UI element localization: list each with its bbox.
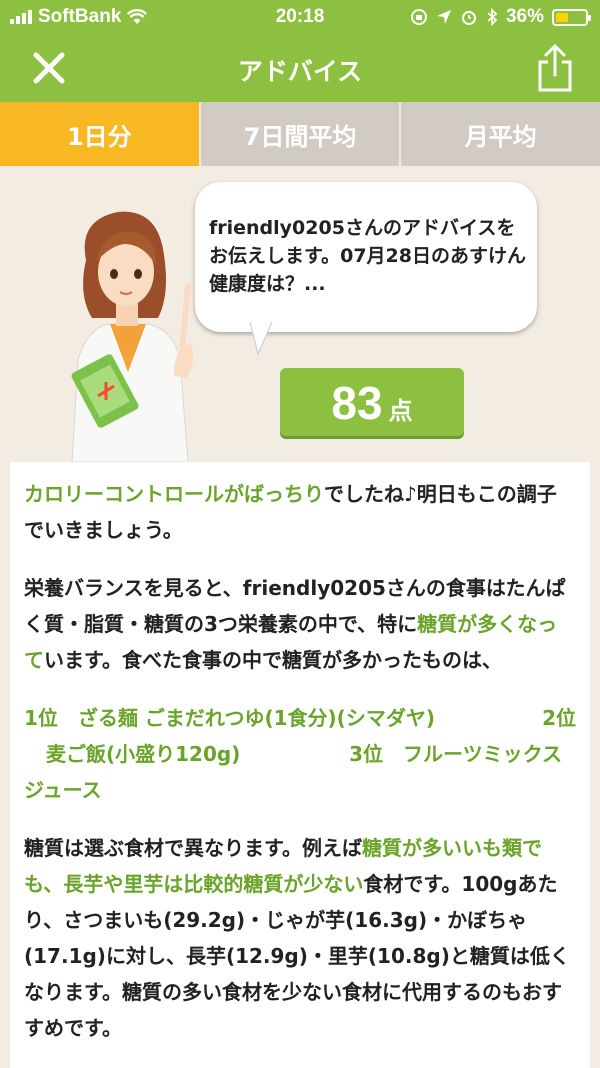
period-tabs: 1日分 7日間平均 月平均 xyxy=(0,102,600,166)
advice-text: 糖質は選ぶ食材で異なります。例えば xyxy=(24,836,362,860)
tab-7day-average[interactable]: 7日間平均 xyxy=(200,102,402,166)
advice-paragraph-1: カロリーコントロールがばっちりでしたね♪明日もこの調子でいきましょう。 xyxy=(24,476,576,548)
speech-bubble-tail xyxy=(249,320,273,356)
page-title: アドバイス xyxy=(237,57,363,86)
battery-percent: 36% xyxy=(505,6,544,27)
speech-bubble: friendly0205さんのアドバイスをお伝えします。07月28日のあすけん健… xyxy=(195,182,537,332)
carb-ranking: 1位 ざる麺 ごまだれつゆ(1食分)(シマダヤ) 2位 麦ご飯(小盛り120g)… xyxy=(24,700,576,808)
status-right: 36% xyxy=(410,6,591,28)
ranking-row: 麦ご飯(小盛り120g) 3位 フルーツミックス xyxy=(24,736,576,772)
alarm-icon xyxy=(461,11,476,25)
advice-paragraph-2: 栄養バランスを見ると、friendly0205さんの食事はたんぱく質・脂質・糖質… xyxy=(24,570,576,678)
tab-monthly-average[interactable]: 月平均 xyxy=(401,102,600,166)
health-score-value: 83 xyxy=(331,377,383,429)
nav-bar: アドバイス xyxy=(0,34,600,102)
advice-text: います。食べた食事の中で糖質が多かったものは、 xyxy=(44,648,502,672)
tab-1day[interactable]: 1日分 xyxy=(0,102,201,166)
health-score-unit: 点 xyxy=(388,397,413,425)
advisor-message: friendly0205さんのアドバイスをお伝えします。07月28日のあすけん健… xyxy=(209,217,526,295)
ranking-rank-2: 2位 xyxy=(542,706,576,730)
advice-paragraph-3: 糖質は選ぶ食材で異なります。例えば糖質が多いいも類でも、長芋や里芋は比較的糖質が… xyxy=(24,830,576,1046)
advice-content: カロリーコントロールがばっちりでしたね♪明日もこの調子でいきましょう。 栄養バラ… xyxy=(10,462,590,1068)
ranking-item-1: 1位 ざる麺 ごまだれつゆ(1食分)(シマダヤ) xyxy=(24,706,435,730)
location-icon xyxy=(436,10,451,24)
status-bar: SoftBank 20:18 36% xyxy=(0,0,600,34)
advice-highlight: カロリーコントロールがばっちり xyxy=(24,482,324,506)
ranking-item-3-cont: ジュース xyxy=(24,778,102,802)
battery-icon xyxy=(552,8,591,26)
bluetooth-icon xyxy=(487,8,498,26)
advice-text: 食材です。100gあたり、さつまいも(29.2g)・じゃが芋(16.3g)・かぼ… xyxy=(24,872,570,1040)
ranking-row: 1位 ざる麺 ごまだれつゆ(1食分)(シマダヤ) 2位 xyxy=(24,700,576,736)
orientation-lock-icon xyxy=(410,9,427,25)
ranking-item-3: 3位 フルーツミックス xyxy=(349,742,562,766)
ranking-item-2: 麦ご飯(小盛り120g) xyxy=(46,742,241,766)
advisor-illustration xyxy=(71,211,194,462)
health-score-badge: 83 点 xyxy=(280,368,464,436)
share-button[interactable] xyxy=(532,42,578,94)
